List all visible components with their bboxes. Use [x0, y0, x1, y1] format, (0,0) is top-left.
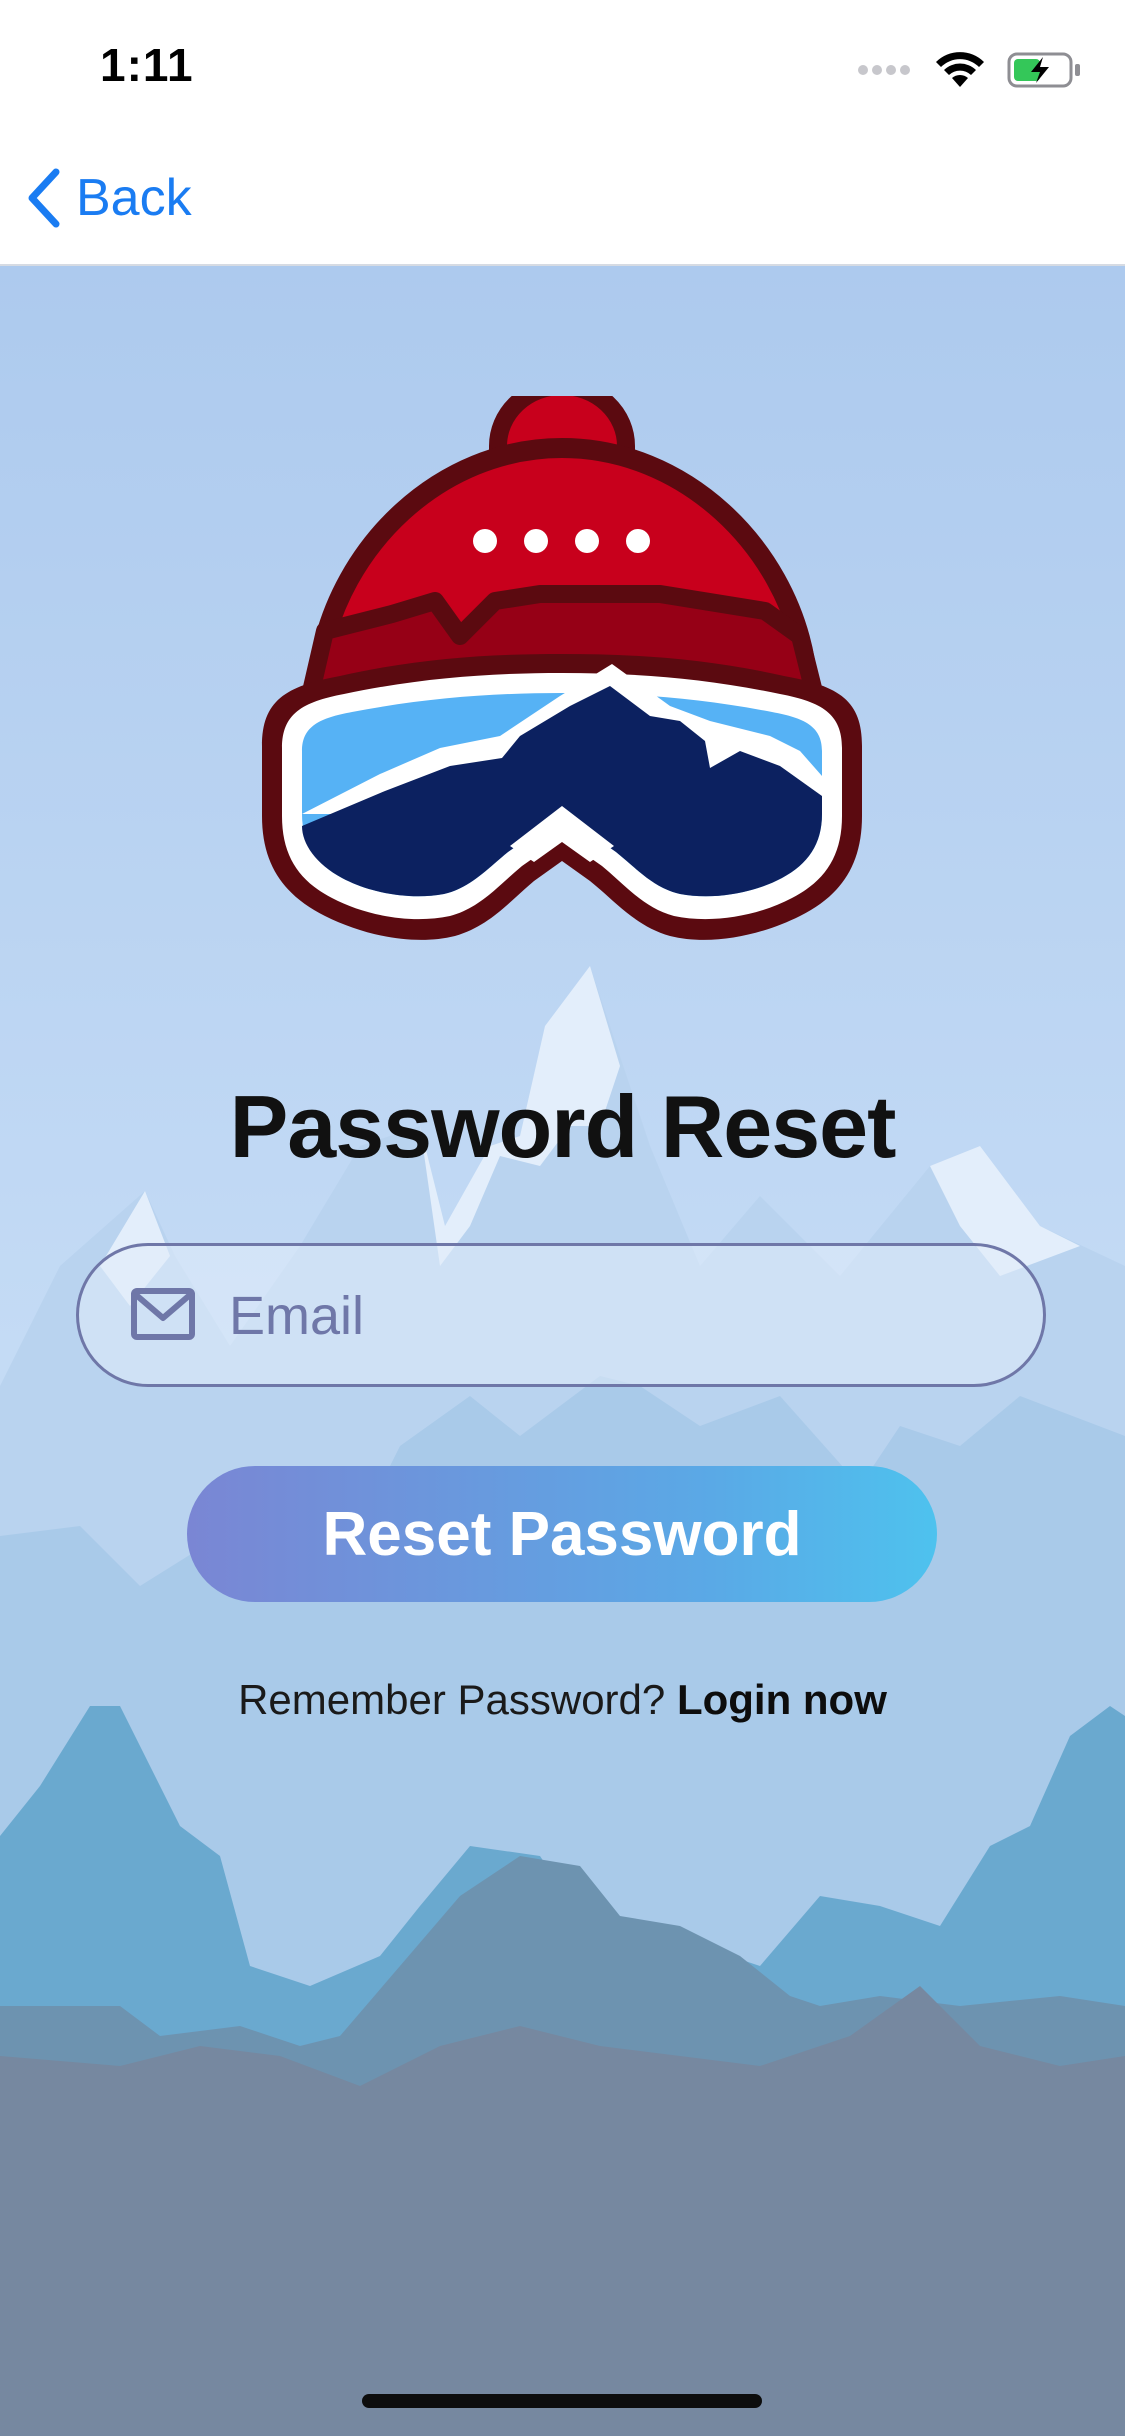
signal-icon: [858, 65, 910, 75]
battery-charging-icon: [1007, 52, 1080, 88]
chevron-left-icon: [28, 168, 60, 228]
status-bar: 1:11: [0, 0, 1125, 132]
page-title: Password Reset: [229, 1077, 897, 1176]
login-prompt-text: Remember Password?: [238, 1676, 666, 1723]
back-button[interactable]: Back: [24, 162, 192, 234]
login-now-link[interactable]: Login now: [677, 1676, 887, 1723]
navigation-bar: Back: [0, 132, 1125, 266]
home-indicator: [362, 2394, 762, 2408]
status-time: 1:11: [100, 39, 194, 91]
beanie-goggles-logo: [262, 396, 862, 940]
email-field[interactable]: [76, 1243, 1046, 1387]
login-prompt: Remember Password? Login now: [0, 1676, 1125, 1724]
wifi-icon: [936, 52, 984, 87]
password-reset-screen: 1:11 Back Password Reset Email Reset Pas…: [0, 0, 1125, 2436]
envelope-icon: [131, 1288, 195, 1340]
main-content: Password Reset Reset Password Remember P…: [0, 266, 1125, 2436]
email-input[interactable]: [229, 1268, 1009, 1364]
back-label: Back: [76, 169, 192, 227]
reset-password-button[interactable]: Reset Password: [187, 1466, 937, 1602]
status-icons: [857, 48, 1081, 92]
